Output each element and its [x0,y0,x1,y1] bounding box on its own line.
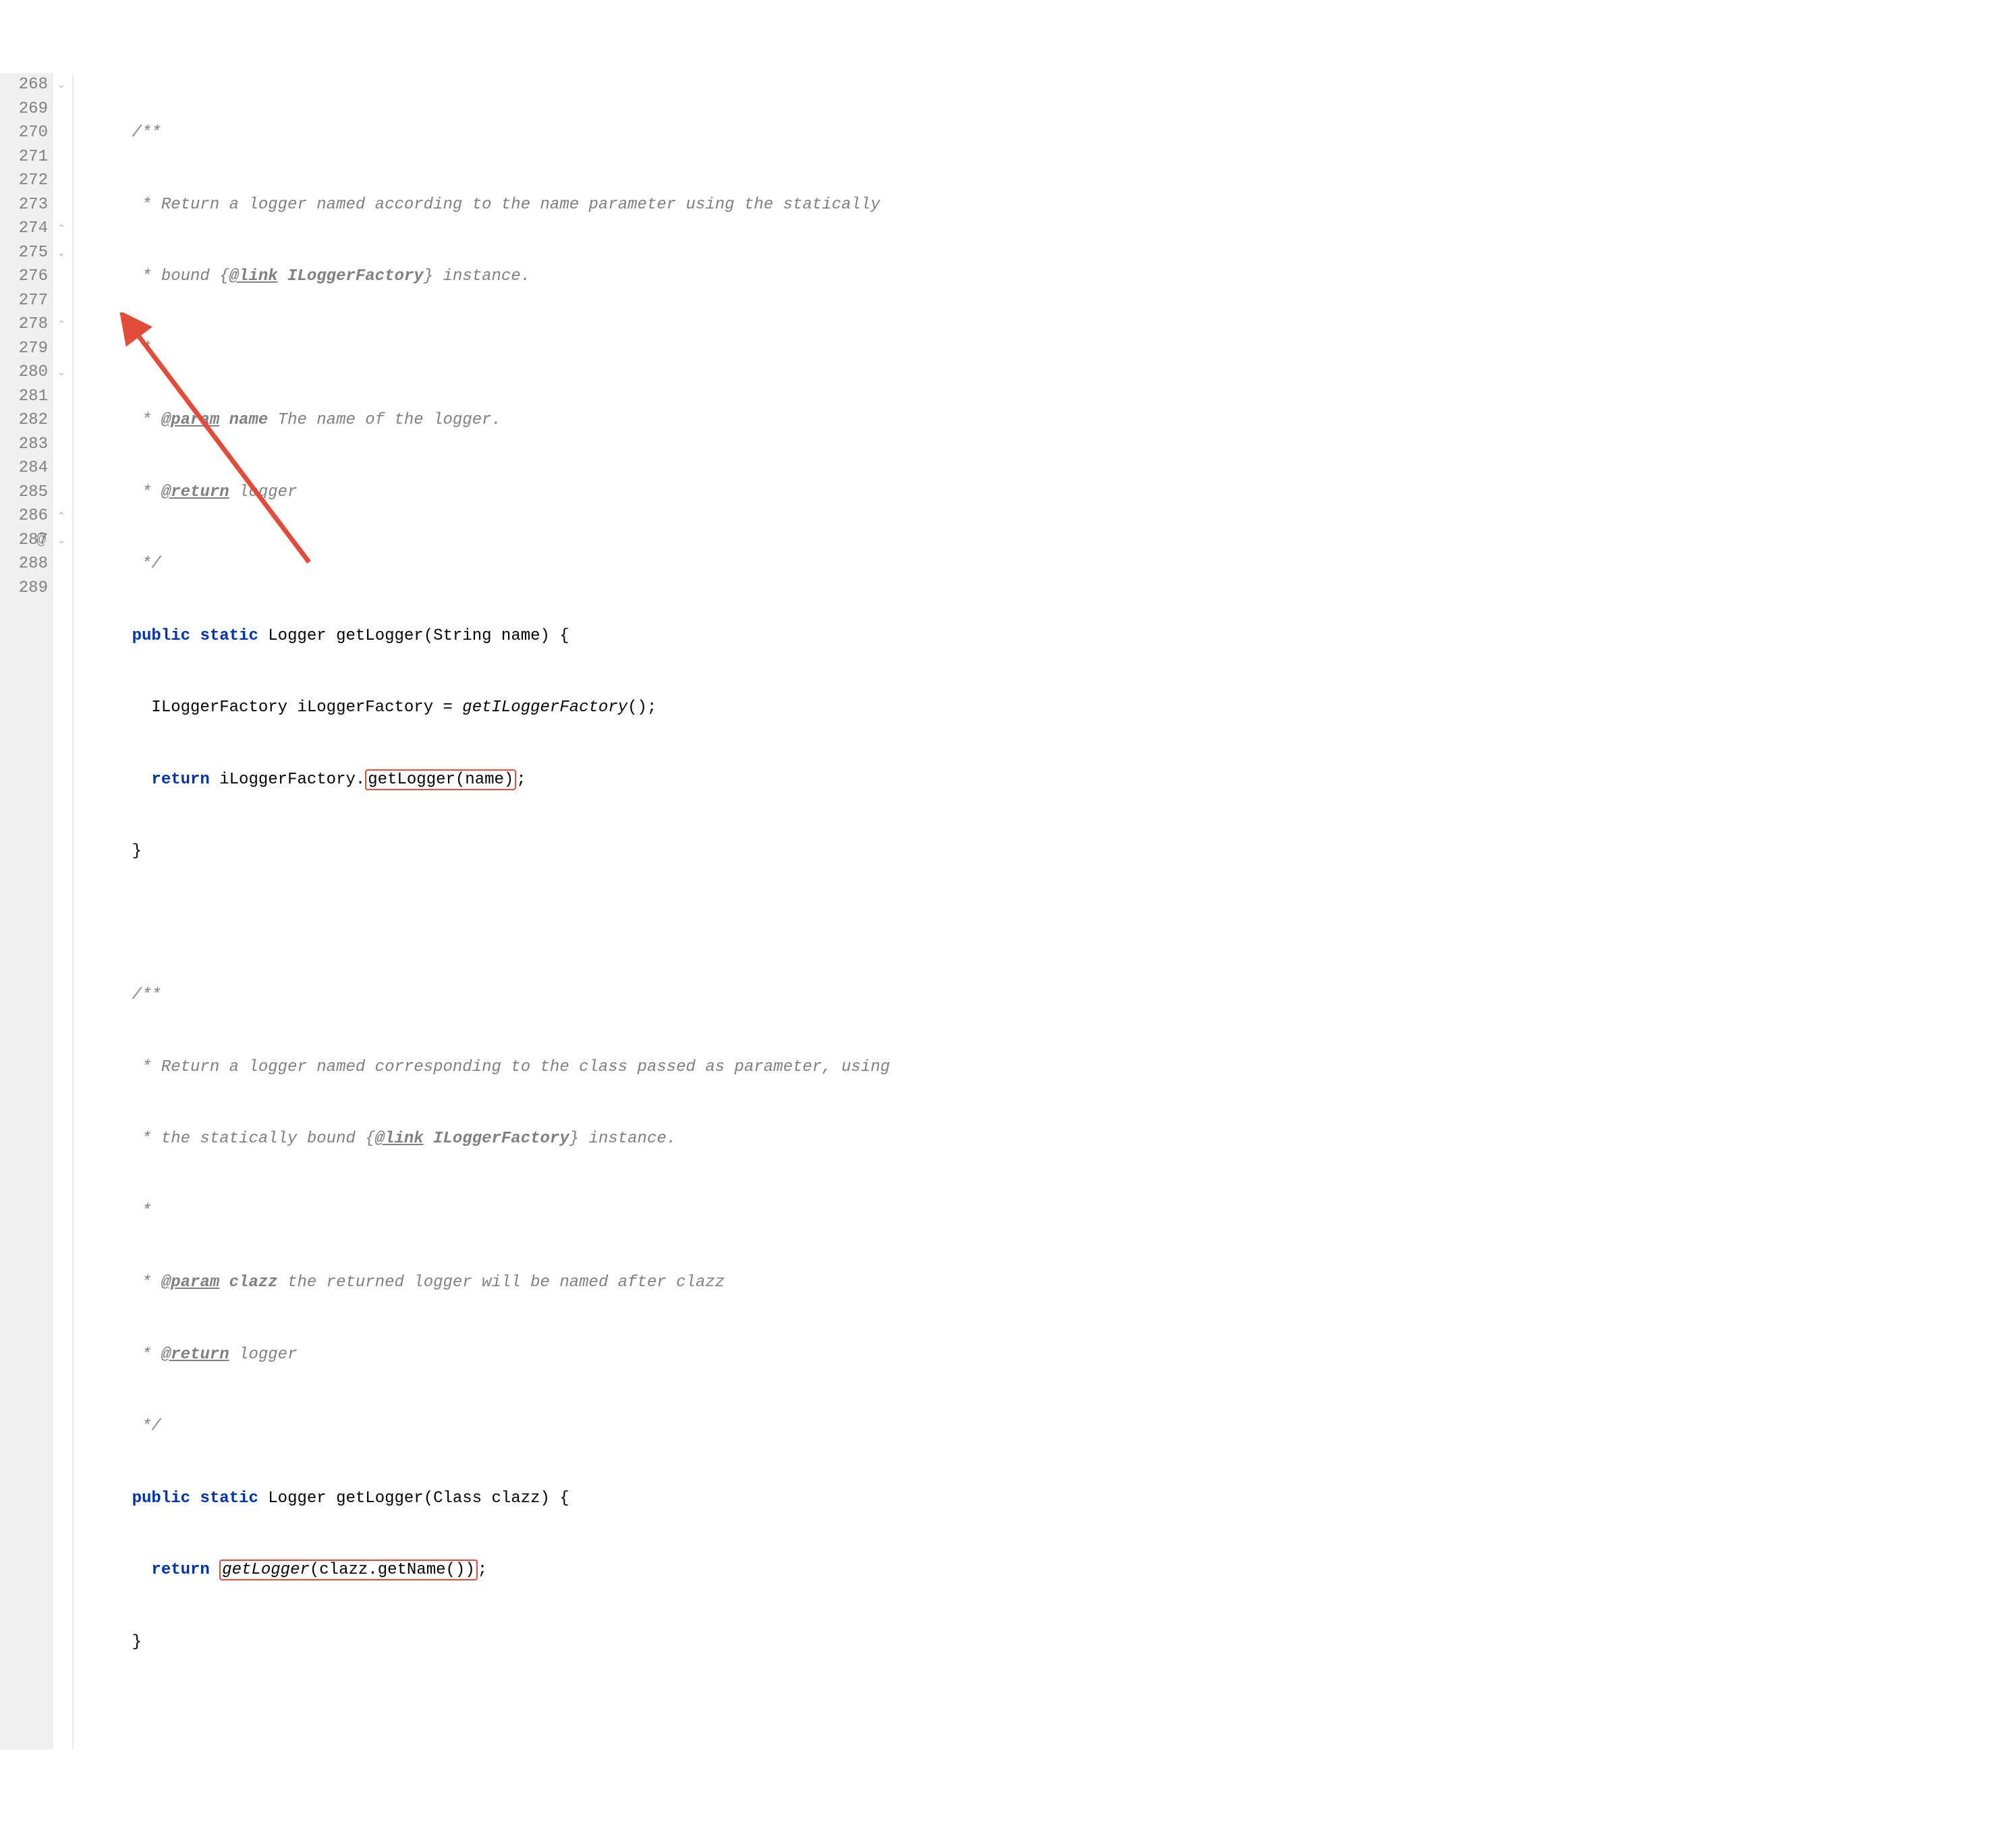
line-number: 276 [7,265,48,289]
line-number: 278 [7,312,48,337]
fold-icon[interactable]: ⌄ [57,367,66,377]
line-number: 280 [7,360,48,385]
line-number: 271 [7,145,48,169]
fold-icon[interactable]: ⌄ [57,248,66,257]
line-number: 277 [7,289,48,313]
line-number: 275 [7,241,48,265]
code-line: /** [93,983,890,1008]
code-line: } [93,1630,890,1655]
code-line: * Return a logger named according to the… [93,193,890,217]
fold-icon[interactable]: ⌄ [57,535,66,545]
fold-icon[interactable]: ⌃ [57,223,66,233]
line-number: 274 [7,217,48,241]
annotation-at-icon: @ [36,531,46,549]
line-number: 272 [7,169,48,193]
code-line: * @param clazz the returned logger will … [93,1271,890,1295]
code-line: return iLoggerFactory.getLogger(name); [93,768,890,792]
line-number: 282 [7,408,48,433]
code-line: } [93,839,890,864]
code-line: public static Logger getLogger(String na… [93,624,890,649]
fold-icon[interactable]: ⌃ [57,511,66,520]
line-number: 281 [7,385,48,409]
line-number: 279 [7,337,48,361]
line-number: 288 [7,552,48,576]
line-number: 269 [7,97,48,121]
line-number: 286 [7,504,48,528]
line-number: 289 [7,576,48,601]
code-line: */ [93,552,890,576]
code-area[interactable]: /** * Return a logger named according to… [73,73,890,1750]
fold-icon[interactable]: ⌃ [57,319,66,329]
code-line: * @return logger [93,480,890,505]
code-line: * [93,1199,890,1223]
code-line: return getLogger(clazz.getName()); [93,1558,890,1582]
code-line: ILoggerFactory iLoggerFactory = getILogg… [93,696,890,720]
code-line: * bound {@link ILoggerFactory} instance. [93,265,890,289]
line-number: 273 [7,193,48,217]
code-line: /** [93,121,890,145]
fold-gutter: @ ⌄⌃⌄⌃⌄⌃⌄ [53,73,73,1750]
line-number: 285 [7,480,48,505]
code-line: * the statically bound {@link ILoggerFac… [93,1127,890,1151]
line-number: 268 [7,73,48,97]
code-line [93,912,890,936]
line-number: 284 [7,456,48,480]
line-number-gutter: 2682692702712722732742752762772782792802… [0,73,53,1750]
code-line: * Return a logger named corresponding to… [93,1055,890,1080]
code-line: * @return logger [93,1343,890,1367]
code-line: */ [93,1414,890,1439]
code-line: public static Logger getLogger(Class cla… [93,1487,890,1511]
code-line: * @param name The name of the logger. [93,408,890,433]
line-number: 283 [7,433,48,457]
code-editor[interactable]: 2682692702712722732742752762772782792802… [0,73,2016,1750]
highlight-box: getLogger(clazz.getName()) [219,1560,477,1580]
code-line: * [93,337,890,361]
line-number: 270 [7,121,48,145]
fold-icon[interactable]: ⌄ [57,80,66,89]
highlight-box: getLogger(name) [365,769,516,790]
